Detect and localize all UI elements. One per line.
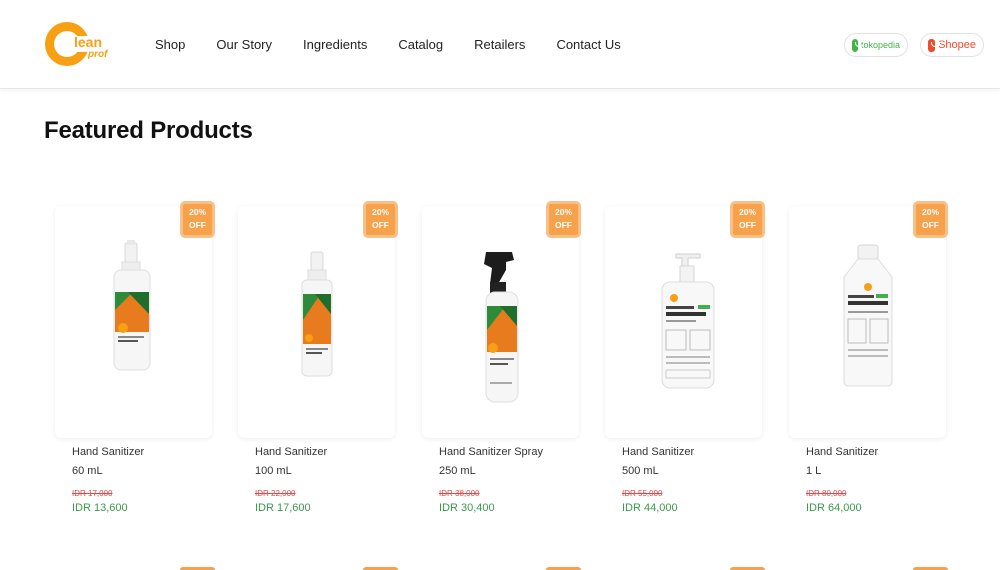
product-original-price: IDR 22,000: [255, 489, 296, 498]
svg-text:prof: prof: [87, 49, 109, 60]
product-image[interactable]: [108, 240, 156, 375]
badge-percent: 20%: [738, 207, 756, 217]
badge-percent: 20%: [921, 207, 939, 217]
product-name: Hand Sanitizer: [622, 446, 695, 458]
badge-off: OFF: [739, 220, 756, 230]
product-image[interactable]: [476, 250, 526, 405]
product-original-price: IDR 80,000: [806, 489, 847, 498]
product-name: Hand Sanitizer: [806, 446, 879, 458]
section-title: Featured Products: [44, 117, 253, 144]
product-original-price: IDR 38,000: [439, 489, 480, 498]
tokopedia-button[interactable]: tokopedia: [844, 33, 908, 57]
product-name: Hand Sanitizer: [72, 446, 145, 458]
nav-catalog[interactable]: Catalog: [398, 37, 443, 52]
main-nav: Shop Our Story Ingredients Catalog Retai…: [155, 37, 621, 52]
product-image[interactable]: [840, 243, 896, 388]
badge-percent: 20%: [371, 207, 389, 217]
product-size: 100 mL: [255, 465, 292, 477]
badge-off: OFF: [555, 220, 572, 230]
discount-badge: 20% OFF: [913, 201, 948, 238]
badge-percent: 20%: [188, 207, 206, 217]
nav-retailers[interactable]: Retailers: [474, 37, 525, 52]
discount-badge: 20% OFF: [546, 201, 581, 238]
site-header: lean prof Shop Our Story Ingredients Cat…: [0, 0, 1000, 89]
shopee-bag-icon: [928, 38, 941, 52]
nav-our-story[interactable]: Our Story: [216, 37, 272, 52]
shopee-button[interactable]: Shopee: [920, 33, 984, 57]
tokopedia-bag-icon: [852, 38, 864, 52]
product-size: 250 mL: [439, 465, 476, 477]
badge-off: OFF: [189, 220, 206, 230]
product-sale-price: IDR 13,600: [72, 502, 128, 514]
badge-off: OFF: [372, 220, 389, 230]
discount-badge: 20% OFF: [363, 201, 398, 238]
product-sale-price: IDR 64,000: [806, 502, 862, 514]
product-name: Hand Sanitizer: [255, 446, 328, 458]
badge-percent: 20%: [554, 207, 572, 217]
badge-off: OFF: [922, 220, 939, 230]
shopee-label: Shopee: [938, 39, 976, 51]
product-image[interactable]: [297, 248, 337, 378]
cleanprof-logo[interactable]: lean prof: [44, 19, 120, 69]
nav-contact-us[interactable]: Contact Us: [556, 37, 620, 52]
discount-badge: 20% OFF: [180, 201, 215, 238]
tokopedia-label: tokopedia: [860, 40, 900, 50]
product-size: 60 mL: [72, 465, 103, 477]
product-sale-price: IDR 30,400: [439, 502, 495, 514]
product-original-price: IDR 17,000: [72, 489, 113, 498]
nav-shop[interactable]: Shop: [155, 37, 185, 52]
product-size: 1 L: [806, 465, 822, 477]
product-sale-price: IDR 17,600: [255, 502, 311, 514]
product-size: 500 mL: [622, 465, 659, 477]
nav-ingredients[interactable]: Ingredients: [303, 37, 367, 52]
product-original-price: IDR 55,000: [622, 489, 663, 498]
svg-text:lean: lean: [74, 34, 102, 50]
product-image[interactable]: [658, 250, 718, 390]
discount-badge: 20% OFF: [730, 201, 765, 238]
product-name: Hand Sanitizer Spray: [439, 446, 543, 458]
product-sale-price: IDR 44,000: [622, 502, 678, 514]
